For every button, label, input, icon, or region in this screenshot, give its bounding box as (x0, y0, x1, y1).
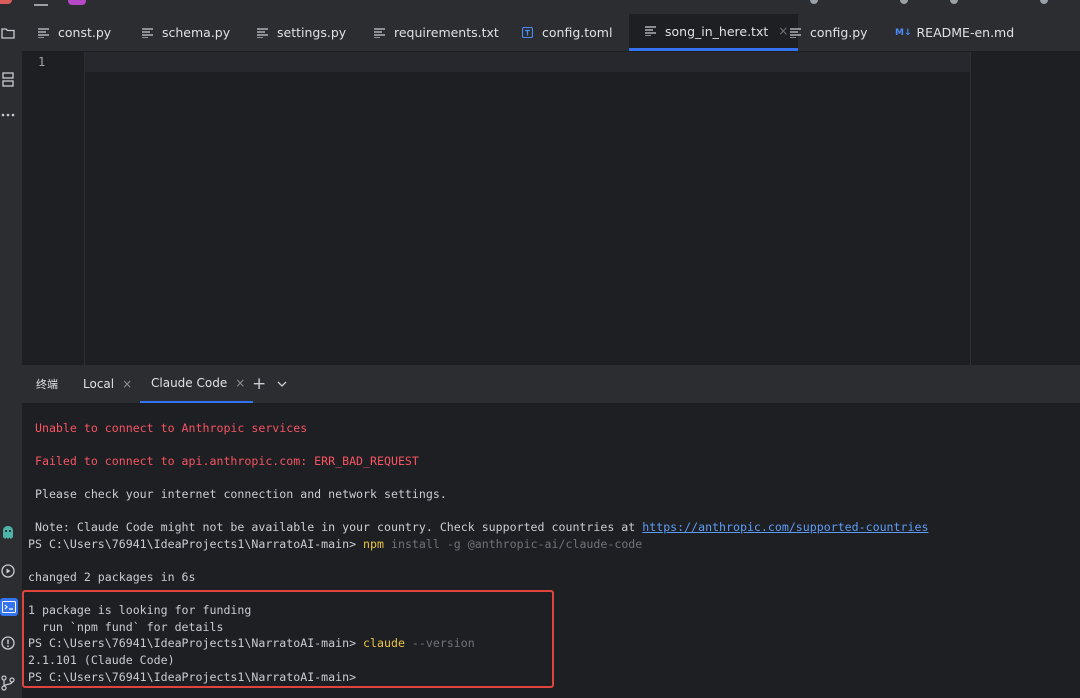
right-margin-guide (970, 52, 971, 365)
output-line: Note: Claude Code might not be available… (28, 519, 928, 536)
terminal-output[interactable]: Unable to connect to Anthropic services … (22, 404, 1080, 698)
tab-config-toml[interactable]: config.toml (520, 14, 612, 51)
tab-requirements-txt[interactable]: requirements.txt (372, 14, 499, 51)
tab-label: settings.py (277, 25, 347, 40)
more-actions-icon[interactable] (950, 0, 958, 4)
supported-countries-link[interactable]: https://anthropic.com/supported-countrie… (642, 520, 928, 534)
tab-close-icon[interactable]: × (778, 24, 788, 38)
tab-label: const.py (58, 25, 112, 40)
tab-readme-en-md[interactable]: M↓ README-en.md (895, 14, 1014, 51)
command-line: PS C:\Users\76941\IdeaProjects1\NarratoA… (28, 536, 642, 553)
editor-tab-bar: const.py schema.py settings.py requireme… (22, 14, 1080, 52)
more-tools-icon[interactable] (0, 106, 16, 124)
output-line: 2.1.101 (Claude Code) (28, 653, 175, 667)
tab-settings-py[interactable]: settings.py (255, 14, 346, 51)
terminal-tab-label: Local (83, 377, 115, 391)
command-args: install -g @anthropic-ai/claude-code (384, 537, 643, 551)
text-file-icon (255, 27, 269, 38)
prompt: PS C:\Users\76941\IdeaProjects1\NarratoA… (28, 537, 364, 551)
terminal-tab-claude-code[interactable]: Claude Code × (140, 365, 254, 403)
line-number: 1 (38, 55, 46, 69)
text-file-icon (788, 27, 802, 38)
close-icon[interactable]: × (122, 377, 132, 391)
tab-label: config.toml (542, 25, 613, 40)
command: npm (363, 537, 384, 551)
tab-label: config.py (810, 25, 868, 40)
structure-icon[interactable] (0, 71, 16, 89)
text-file-icon (36, 27, 50, 38)
terminal-panel-title: 终端 (36, 378, 58, 391)
prompt: PS C:\Users\76941\IdeaProjects1\NarratoA… (28, 636, 364, 650)
text-file-icon (140, 27, 154, 38)
output-line: 1 package is looking for funding (28, 603, 252, 617)
user-icon[interactable] (1040, 0, 1048, 4)
debug-icon[interactable] (900, 0, 908, 4)
markdown-file-icon: M↓ (895, 27, 912, 38)
terminal-tab-label: Claude Code (151, 376, 228, 390)
error-line: Failed to connect to api.anthropic.com: … (28, 454, 419, 468)
git-icon[interactable] (0, 674, 16, 692)
output-line: changed 2 packages in 6s (28, 570, 196, 584)
close-icon[interactable]: × (235, 376, 245, 390)
run-icon[interactable] (810, 0, 818, 4)
output-line: Please check your internet connection an… (28, 487, 447, 501)
tab-config-py[interactable]: config.py (788, 14, 868, 51)
note-text: Note: Claude Code might not be available… (28, 520, 643, 534)
terminal-header: 终端 Local × Claude Code × + (22, 365, 1080, 404)
current-line-highlight (22, 52, 970, 72)
tab-label: schema.py (162, 25, 231, 40)
title-bar (0, 0, 1080, 14)
line-number-gutter: 1 (22, 52, 85, 365)
error-line: Unable to connect to Anthropic services (28, 421, 308, 435)
app-logo-icon[interactable] (0, 0, 12, 4)
title-bar-actions (810, 0, 1060, 6)
tool-window-bar (0, 14, 23, 698)
services-icon[interactable] (0, 562, 16, 580)
tab-label: song_in_here.txt (665, 23, 769, 39)
code-editor[interactable]: 1 (22, 52, 1080, 365)
terminal-options-dropdown[interactable] (277, 365, 287, 403)
prompt-line: PS C:\Users\76941\IdeaProjects1\NarratoA… (28, 670, 357, 684)
tab-label: requirements.txt (394, 25, 499, 40)
tab-song-in-here-txt[interactable]: song_in_here.txt × (629, 14, 799, 51)
tab-const-py[interactable]: const.py (36, 14, 111, 51)
output-line: run `npm fund` for details (28, 620, 224, 634)
project-folder-icon[interactable] (0, 24, 16, 42)
command-line: PS C:\Users\76941\IdeaProjects1\NarratoA… (28, 635, 475, 652)
terminal-icon[interactable] (0, 598, 18, 616)
problems-icon[interactable] (0, 634, 16, 652)
command-args: --version (404, 636, 475, 650)
text-file-icon (643, 26, 657, 36)
ai-assistant-icon[interactable] (0, 524, 16, 542)
tab-schema-py[interactable]: schema.py (140, 14, 230, 51)
command: claude (363, 636, 405, 650)
terminal-tab-local[interactable]: Local × (83, 365, 132, 403)
toml-file-icon (520, 27, 534, 38)
new-terminal-tab-button[interactable]: + (252, 365, 266, 403)
main-menu-icon[interactable] (34, 0, 48, 6)
chevron-down-icon (277, 381, 287, 387)
tab-label: README-en.md (916, 25, 1015, 40)
project-badge-icon[interactable] (68, 0, 86, 5)
text-file-icon (372, 27, 386, 38)
